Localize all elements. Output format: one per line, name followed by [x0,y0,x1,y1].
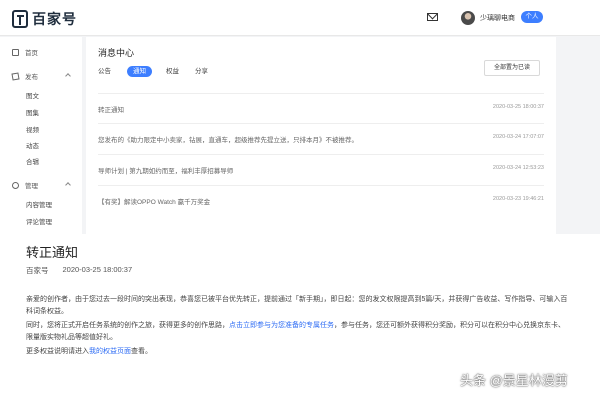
sidebar-item-video[interactable]: 视频 [26,124,39,134]
message-row[interactable]: 【有奖】解读OPPO Watch 赢千万奖金 2020-03-23 19:46:… [98,185,544,213]
home-icon [12,48,19,56]
chevron-up-icon[interactable] [65,73,71,79]
sidebar-item-gallery[interactable]: 图集 [26,107,39,117]
message-time: 2020-03-25 18:00:37 [492,104,544,110]
sidebar-item-label: 首页 [25,50,38,57]
article-paragraph: 同时，您将正式开启任务系统的创作之旅，获得更多的创作思路，点击立即参与为您准备的… [26,320,571,343]
gear-icon [12,181,19,189]
brand-logo[interactable]: 百家号 [12,9,77,29]
user-name[interactable]: 少璃聊电商 [480,13,515,23]
message-time: 2020-03-24 17:07:07 [492,134,544,140]
message-time: 2020-03-23 19:46:21 [492,196,544,202]
top-header: 百家号 少璃聊电商 个人 [0,0,600,36]
tab-announcement[interactable]: 公告 [98,66,111,77]
message-row[interactable]: 您发布的《助力限定中小卖家，钻展，直通车，超级推荐先提立送，只排本月》不被推荐。… [98,123,544,151]
edit-icon [11,71,20,81]
sidebar-item-collection[interactable]: 合辑 [26,156,39,166]
panel-title: 消息中心 [98,48,135,58]
message-title: 【有奖】解读OPPO Watch 赢千万奖金 [98,199,211,206]
sidebar-item-publish[interactable]: 发布 [11,71,38,81]
tab-share[interactable]: 分享 [195,66,208,77]
mail-icon[interactable] [427,13,438,21]
sidebar-item-label: 发布 [25,74,38,81]
account-type-badge: 个人 [521,11,543,23]
sidebar-item-content-manage[interactable]: 内容管理 [26,199,52,209]
page: 百家号 少璃聊电商 个人 首页 发布 图文 图集 视频 动态 合辑 管理 内容管… [0,0,600,400]
tab-notification[interactable]: 通知 [127,66,152,77]
sidebar-item-home[interactable]: 首页 [12,47,38,57]
message-row[interactable]: 转正通知 2020-03-25 18:00:37 [98,93,544,121]
message-title: 您发布的《助力限定中小卖家，钻展，直通车，超级推荐先提立送，只排本月》不被推荐。 [98,137,358,144]
article-paragraph: 更多权益说明请进入我的权益页面查看。 [26,346,571,358]
message-tabs: 公告 通知 权益 分享 [98,66,224,77]
sidebar-item-manage[interactable]: 管理 [12,180,38,190]
baijiahao-logo-icon [12,10,28,28]
message-center-panel: 消息中心 公告 通知 权益 分享 全部置为已读 转正通知 2020-03-25 … [86,37,556,237]
sidebar: 首页 发布 图文 图集 视频 动态 合辑 管理 内容管理 评论管理 [0,37,82,237]
paragraph-text: 同时，您将正式开启任务系统的创作之旅，获得更多的创作思路， [26,322,229,329]
tab-rights[interactable]: 权益 [166,66,179,77]
chevron-up-icon[interactable] [65,182,71,188]
article-meta: 百家号 2020-03-25 18:00:37 [26,265,132,276]
message-time: 2020-03-24 12:53:23 [492,165,544,171]
paragraph-text: 查看。 [131,348,152,355]
user-avatar[interactable] [461,11,475,25]
article-source: 百家号 [26,266,49,275]
rights-page-link[interactable]: 我的权益页面 [89,348,131,355]
sidebar-item-dynamic[interactable]: 动态 [26,140,39,150]
sidebar-item-comment-manage[interactable]: 评论管理 [26,216,52,226]
sidebar-item-article[interactable]: 图文 [26,90,39,100]
paragraph-text: 更多权益说明请进入 [26,348,89,355]
mark-all-read-button[interactable]: 全部置为已读 [484,60,540,76]
article-paragraph: 亲爱的创作者，由于您过去一段时间的突出表现，恭喜您已被平台优先转正，提前通过「新… [26,296,568,315]
article-title: 转正通知 [26,245,79,260]
task-link[interactable]: 点击立即参与为您准备的专属任务 [229,322,334,329]
brand-name: 百家号 [32,11,77,27]
message-title: 转正通知 [98,107,124,114]
sidebar-item-label: 管理 [25,183,38,190]
watermark: 头条 @景星林漫剪 [460,373,568,388]
message-row[interactable]: 导师计划 | 第九期如约而至，福利丰厚招募导师 2020-03-24 12:53… [98,154,544,182]
article-time: 2020-03-25 18:00:37 [62,265,133,274]
message-title: 导师计划 | 第九期如约而至，福利丰厚招募导师 [98,168,234,175]
